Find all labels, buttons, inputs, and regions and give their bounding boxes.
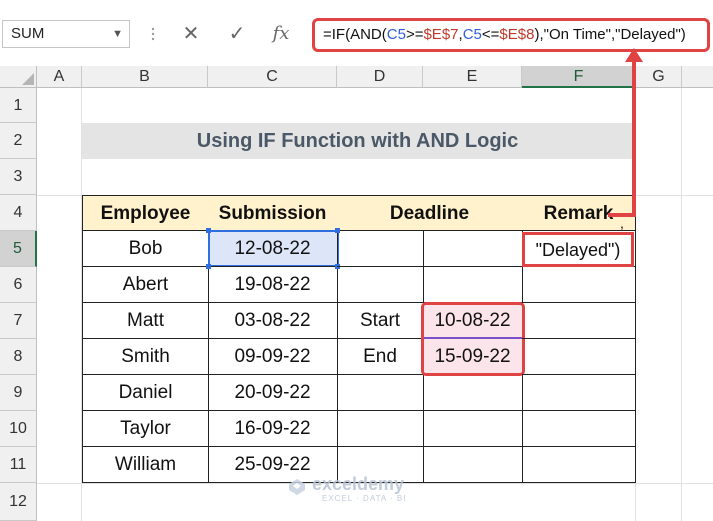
header-employee[interactable]: Employee <box>82 195 209 231</box>
row-header-9[interactable]: 9 <box>0 375 37 411</box>
row-header-12[interactable]: 12 <box>0 483 37 521</box>
name-box[interactable]: SUM ▼ <box>2 20 130 48</box>
employee-cell[interactable]: Smith <box>82 339 209 375</box>
row-header-10[interactable]: 10 <box>0 411 37 447</box>
formula-text: >= <box>405 26 424 43</box>
column-header-d[interactable]: D <box>337 66 423 88</box>
header-submission[interactable]: Submission <box>208 195 338 231</box>
deadline-value-cell[interactable] <box>423 411 523 447</box>
enter-icon[interactable]: ✓ <box>222 20 252 48</box>
callout-arrow-line <box>632 52 636 216</box>
deadline-label-cell[interactable] <box>337 231 424 267</box>
row-header-11[interactable]: 11 <box>0 447 37 483</box>
formula-ref-c5: C5 <box>462 26 482 43</box>
row-header-4[interactable]: 4 <box>0 195 37 231</box>
deadline-value-cell[interactable] <box>423 231 523 267</box>
gridline <box>681 88 682 521</box>
formula-text: =IF(AND( <box>323 26 387 43</box>
formula-ref-e8: $E$8 <box>499 26 535 43</box>
column-header-b[interactable]: B <box>82 66 208 88</box>
remark-cell[interactable] <box>522 339 636 375</box>
formula-ref-c5: C5 <box>386 26 406 43</box>
deadline-value-cell[interactable] <box>423 375 523 411</box>
submission-cell[interactable]: 09-09-22 <box>208 339 338 375</box>
name-box-value: SUM <box>11 25 45 42</box>
deadline-end-label[interactable]: End <box>337 339 424 375</box>
remark-cell[interactable] <box>522 303 636 339</box>
header-deadline[interactable]: Deadline <box>337 195 523 231</box>
deadline-label-cell[interactable] <box>337 267 424 303</box>
watermark-tagline: EXCEL · DATA · BI <box>322 494 407 503</box>
employee-cell[interactable]: William <box>82 447 209 483</box>
row-header-1[interactable]: 1 <box>0 88 37 123</box>
column-header-e[interactable]: E <box>423 66 522 88</box>
remark-cell[interactable] <box>522 267 636 303</box>
deadline-value-cell[interactable] <box>423 267 523 303</box>
deadline-value-cell[interactable] <box>423 447 523 483</box>
row-header-7[interactable]: 7 <box>0 303 37 339</box>
selection-handle[interactable] <box>206 264 211 269</box>
column-header-f[interactable]: F <box>522 66 636 88</box>
exceldemy-logo-icon <box>289 479 305 495</box>
column-header-c[interactable]: C <box>208 66 337 88</box>
row-header-2[interactable]: 2 <box>0 123 37 159</box>
watermark-name: exceldemy <box>312 474 405 494</box>
submission-cell[interactable]: 19-08-22 <box>208 267 338 303</box>
submission-cell[interactable]: 20-09-22 <box>208 375 338 411</box>
column-header-a[interactable]: A <box>37 66 82 88</box>
row-header-8[interactable]: 8 <box>0 339 37 375</box>
remark-cell[interactable] <box>522 411 636 447</box>
formula-bar-splitter[interactable] <box>150 26 156 42</box>
deadline-label-cell[interactable] <box>337 375 424 411</box>
callout-arrow-line <box>608 213 636 217</box>
employee-cell[interactable]: Bob <box>82 231 209 267</box>
employee-cell[interactable]: Daniel <box>82 375 209 411</box>
remark-edit-cell[interactable]: "Delayed") <box>522 232 634 267</box>
row-header-5[interactable]: 5 <box>0 231 37 267</box>
remark-cell[interactable] <box>522 447 636 483</box>
formula-text: <= <box>481 26 500 43</box>
sheet-title: Using IF Function with AND Logic <box>82 123 633 159</box>
deadline-reference-highlight <box>421 302 525 376</box>
employee-cell[interactable]: Taylor <box>82 411 209 447</box>
row-header-6[interactable]: 6 <box>0 267 37 303</box>
select-all-triangle-icon <box>22 73 34 85</box>
chevron-down-icon[interactable]: ▼ <box>112 21 123 47</box>
formula-input[interactable]: =IF(AND(C5>=$E$7,C5<=$E$8),"On Time","De… <box>312 18 710 52</box>
employee-cell[interactable]: Abert <box>82 267 209 303</box>
submission-cell[interactable]: 16-09-22 <box>208 411 338 447</box>
submission-cell[interactable]: 03-08-22 <box>208 303 338 339</box>
insert-function-icon[interactable]: fx <box>266 20 296 48</box>
deadline-start-label[interactable]: Start <box>337 303 424 339</box>
employee-cell[interactable]: Matt <box>82 303 209 339</box>
deadline-label-cell[interactable] <box>337 411 424 447</box>
column-header-g[interactable]: G <box>636 66 682 88</box>
row-header-3[interactable]: 3 <box>0 159 37 195</box>
formula-ref-e7: $E$7 <box>423 26 459 43</box>
submission-cell[interactable]: 12-08-22 <box>208 231 338 267</box>
cancel-icon[interactable]: ✕ <box>176 20 206 48</box>
remark-overflow-text: , <box>620 215 624 231</box>
selection-handle[interactable] <box>206 228 211 233</box>
formula-text: ),"On Time","Delayed") <box>534 26 686 43</box>
callout-arrow-head-icon <box>625 48 643 62</box>
watermark-logo: exceldemy EXCEL · DATA · BI <box>288 474 438 504</box>
remark-cell[interactable] <box>522 375 636 411</box>
column-header-h[interactable] <box>682 66 713 88</box>
